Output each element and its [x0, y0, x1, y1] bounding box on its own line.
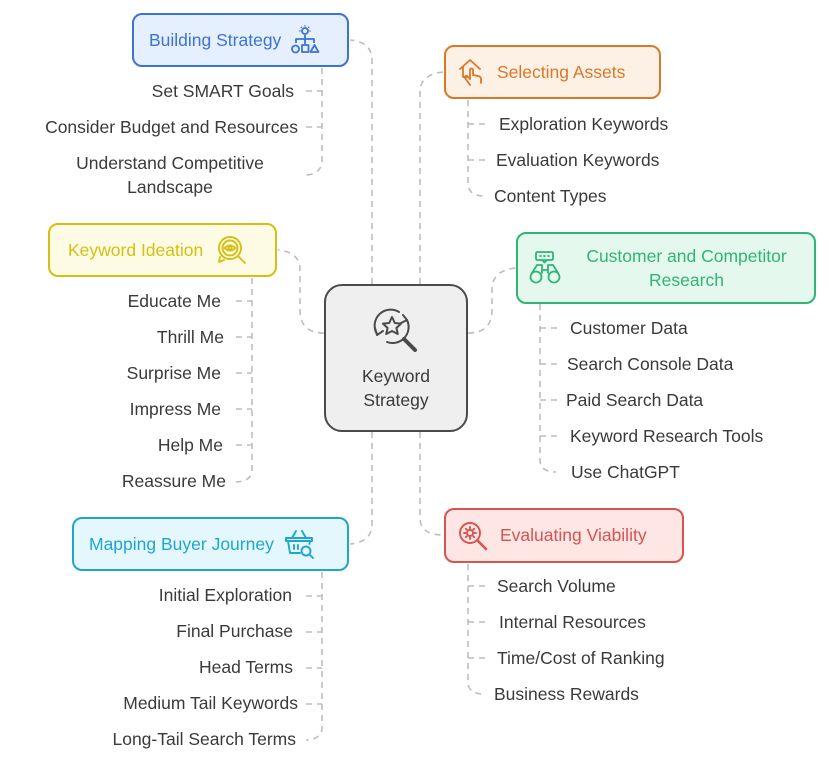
node-title-line2: Research	[649, 270, 724, 290]
leaf-line1: Understand Competitive	[76, 153, 264, 173]
leaf-understand-competitive-landscape: Understand Competitive Landscape	[76, 152, 264, 198]
leaf-search-console-data: Search Console Data	[567, 354, 734, 374]
leaf-impress-me: Impress Me	[129, 399, 221, 419]
node-title: Keyword Ideation	[68, 239, 204, 260]
central-title-line1: Keyword	[361, 366, 431, 386]
connector-selecting-assets-children	[467, 100, 485, 197]
leaf-content-types: Content Types	[494, 186, 607, 206]
connector-evaluating-viability-children	[467, 564, 485, 695]
node-mapping-buyer-journey[interactable]: Mapping Buyer Journey	[72, 517, 349, 571]
node-keyword-ideation[interactable]: Keyword Ideation	[48, 223, 277, 277]
node-customer-competitor-research[interactable]: Customer and Competitor Research	[516, 232, 816, 304]
eye-magnifier-icon	[218, 236, 247, 264]
leaf-medium-tail-keywords: Medium Tail Keywords	[123, 693, 298, 713]
leaf-set-smart-goals: Set SMART Goals	[151, 81, 294, 101]
connector-building-strategy-children	[305, 68, 323, 176]
leaf-time-cost-ranking: Time/Cost of Ranking	[497, 648, 665, 668]
leaf-search-volume: Search Volume	[497, 576, 616, 596]
connector-center-keyword-ideation	[277, 249, 325, 334]
leaf-final-purchase: Final Purchase	[176, 621, 293, 641]
leaf-exploration-keywords: Exploration Keywords	[499, 114, 669, 134]
basket-search-icon	[284, 530, 314, 559]
node-evaluating-viability[interactable]: Evaluating Viability	[444, 508, 684, 563]
connector-keyword-ideation-children	[235, 278, 253, 483]
leaf-customer-data: Customer Data	[570, 318, 688, 338]
house-hand-icon	[459, 59, 482, 86]
node-title: Building Strategy	[149, 29, 282, 50]
connector-center-customer-research	[467, 267, 517, 334]
leaf-paid-search-data: Paid Search Data	[566, 390, 704, 410]
leaf-internal-resources: Internal Resources	[499, 612, 646, 632]
leaf-initial-exploration: Initial Exploration	[158, 585, 292, 605]
leaf-surprise-me: Surprise Me	[126, 363, 221, 383]
connector-buyer-journey-children	[305, 572, 323, 741]
hierarchy-lightbulb-icon	[291, 25, 320, 54]
leaf-consider-budget-resources: Consider Budget and Resources	[45, 117, 298, 137]
leaf-long-tail-search-terms: Long-Tail Search Terms	[112, 729, 296, 749]
node-title-line1: Customer and Competitor	[586, 246, 787, 266]
leaf-help-me: Help Me	[157, 435, 223, 455]
central-node-keyword-strategy[interactable]: Keyword Strategy	[324, 284, 468, 432]
node-title: Evaluating Viability	[500, 525, 647, 545]
central-title-line2: Strategy	[363, 390, 429, 410]
leaf-reassure-me: Reassure Me	[121, 471, 226, 491]
connector-customer-research-children	[539, 304, 557, 473]
leaf-educate-me: Educate Me	[127, 291, 221, 311]
connector-center-selecting-assets	[419, 71, 445, 284]
leaf-evaluation-keywords: Evaluation Keywords	[496, 150, 660, 170]
node-title: Mapping Buyer Journey	[89, 533, 274, 554]
node-title: Selecting Assets	[497, 61, 626, 82]
leaf-use-chatgpt: Use ChatGPT	[571, 462, 680, 482]
connector-center-buyer-journey	[349, 432, 373, 545]
connector-center-building-strategy	[349, 39, 373, 284]
binoculars-icon	[529, 251, 561, 284]
leaf-thrill-me: Thrill Me	[156, 327, 224, 347]
node-selecting-assets[interactable]: Selecting Assets	[444, 45, 661, 99]
leaf-head-terms: Head Terms	[198, 657, 293, 677]
connector-center-evaluating-viability	[419, 432, 445, 536]
leaf-business-rewards: Business Rewards	[494, 684, 639, 704]
leaf-keyword-research-tools: Keyword Research Tools	[570, 426, 764, 446]
leaf-line2: Landscape	[127, 177, 213, 197]
gear-magnifier-icon	[459, 521, 488, 550]
search-star-refresh-icon	[373, 308, 417, 352]
node-building-strategy[interactable]: Building Strategy	[132, 13, 349, 67]
